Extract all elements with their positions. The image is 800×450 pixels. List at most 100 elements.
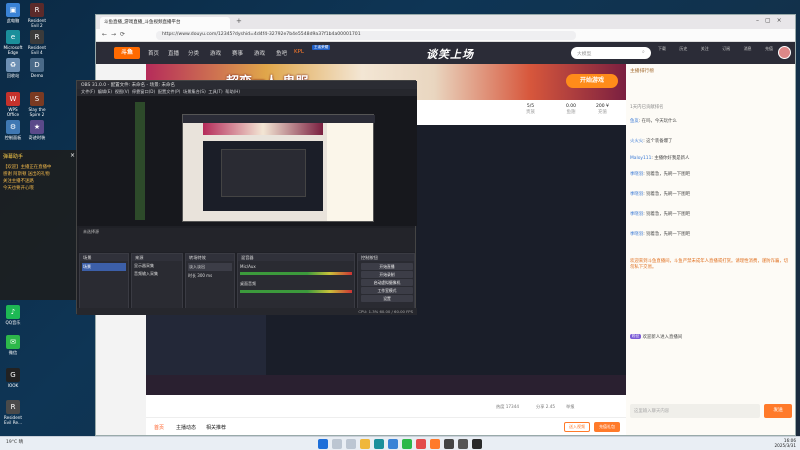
nav-item[interactable]: 分类 xyxy=(188,49,199,57)
window-controls[interactable]: –▢× xyxy=(756,17,788,24)
settings-button[interactable]: 设置 xyxy=(361,295,413,302)
chat-user[interactable]: 季晓羽 xyxy=(630,212,643,217)
edge-icon[interactable] xyxy=(374,439,384,449)
nav-item[interactable]: 赛事 xyxy=(232,49,243,57)
tab-dynamics[interactable]: 主播动态 xyxy=(176,424,196,431)
close-icon[interactable]: × xyxy=(70,152,75,159)
douyu-logo[interactable]: 斗鱼 xyxy=(114,47,140,59)
url-input[interactable]: https://www.douyu.com/12345?dyshid=4d4f4… xyxy=(156,31,576,40)
wechat-icon[interactable] xyxy=(402,439,412,449)
taskview-icon[interactable] xyxy=(346,439,356,449)
douyu-icon[interactable] xyxy=(430,439,440,449)
gift-button[interactable]: 充值礼包 xyxy=(594,422,620,432)
nav-item[interactable]: 鱼吧 xyxy=(276,49,287,57)
start-icon[interactable] xyxy=(318,439,328,449)
menu-item[interactable]: 场景集合(S) xyxy=(183,89,206,94)
chat-message[interactable]: 火火火: 这个装备爆了 xyxy=(630,139,790,145)
chat-user[interactable]: 季晓羽 xyxy=(630,172,643,177)
menu-item[interactable]: 编辑(E) xyxy=(98,89,112,94)
source-item[interactable]: 显示器采集 xyxy=(134,263,180,269)
desktop-icon[interactable]: R Resident Evil Re... xyxy=(2,400,24,425)
chat-user[interactable]: Maloy111 xyxy=(630,156,651,161)
search-icon[interactable] xyxy=(332,439,342,449)
nav-item[interactable]: 首页 xyxy=(148,49,159,57)
menu-item[interactable]: 视图(V) xyxy=(115,89,130,94)
video-controls[interactable] xyxy=(146,375,626,395)
desktop-icon[interactable]: R Resident Evil 2 xyxy=(26,3,48,28)
weather-widget[interactable]: 19°C 晴 xyxy=(6,439,23,445)
chat-user[interactable]: 鱼友 xyxy=(630,119,639,124)
desktop-icon[interactable]: G IOOK xyxy=(2,368,24,388)
kpl-badge[interactable]: 王者荣耀 xyxy=(312,45,331,50)
chat-input[interactable]: 这里输入聊天内容 xyxy=(630,404,760,418)
desktop-icon[interactable]: ★ 奇迹时装 xyxy=(26,120,48,140)
chat-message[interactable]: 季晓羽: 别着急，先刷一下图吧 xyxy=(630,212,790,218)
start-stream-button[interactable]: 开始直播 xyxy=(361,263,413,270)
obs-window[interactable]: OBS 31.0.0 - 配置文件: 未命名 - 场景: 未命名 文件(F) 编… xyxy=(76,80,417,315)
nav-item[interactable]: 游戏 xyxy=(254,49,265,57)
chat-message[interactable]: 鱼友: 在吗，今天玩什么 xyxy=(630,119,790,125)
chat-user[interactable]: 季晓羽 xyxy=(630,232,643,237)
share-count[interactable]: 分享 2.45 xyxy=(536,404,555,410)
obs-preview[interactable] xyxy=(77,96,417,226)
transition-select[interactable]: 淡入淡出 xyxy=(188,263,232,271)
desktop-icon[interactable]: ✉ 微信 xyxy=(2,335,24,355)
transition-duration[interactable]: 时长 300 ms xyxy=(188,273,232,279)
studio-mode-button[interactable]: 工作室模式 xyxy=(361,287,413,294)
desktop-icon[interactable]: ▣ 此电脑 xyxy=(2,3,24,23)
desktop-icon[interactable]: ⚙ 控制面板 xyxy=(2,120,24,140)
desktop-icon[interactable]: S Slay the Spire 2 xyxy=(26,92,48,117)
obs-active-icon[interactable] xyxy=(472,439,482,449)
chat-message[interactable]: 季晓羽: 别着急，先刷一下图吧 xyxy=(630,232,790,238)
menu-item[interactable]: 文件(F) xyxy=(81,89,95,94)
desktop-icon[interactable]: D Demo xyxy=(26,58,48,78)
desktop-icon[interactable]: ♻ 回收站 xyxy=(2,58,24,78)
nav-arrows-icon[interactable]: ←→⟳ xyxy=(102,31,129,38)
nav-download[interactable]: 下载 xyxy=(658,46,666,60)
chat-message[interactable]: Maloy111: 主播你好我是新人 xyxy=(630,156,790,162)
menu-item[interactable]: 配置文件(P) xyxy=(158,89,181,94)
report-link[interactable]: 举报 xyxy=(566,404,574,410)
browser-tab[interactable]: 斗鱼直播_游戏直播_斗鱼视频直播平台 xyxy=(100,17,230,29)
explorer-icon[interactable] xyxy=(360,439,370,449)
danmaku-assistant-panel[interactable]: 弹幕助手 × 【欢迎】主播正在直播中 感谢 阿斯顿 送出的礼物 关注主播不迷路 … xyxy=(0,150,82,300)
nav-recharge[interactable]: 充值 xyxy=(765,46,773,60)
avatar[interactable] xyxy=(778,46,791,59)
scene-item[interactable]: 场景 xyxy=(82,263,126,271)
clock[interactable]: 16:06 2025/3/31 xyxy=(760,438,796,448)
chat-user[interactable]: 季晓羽 xyxy=(630,192,643,197)
follow-button[interactable]: 送入视频 xyxy=(564,422,590,432)
send-button[interactable]: 发送 xyxy=(764,404,792,418)
tab-recommend[interactable]: 相关推荐 xyxy=(206,424,226,431)
chat-message[interactable]: 季晓羽: 别着急，先刷一下图吧 xyxy=(630,192,790,198)
desktop-icon[interactable]: R Resident Evil 4 xyxy=(26,30,48,55)
desktop-icon[interactable]: ♪ QQ音乐 xyxy=(2,305,24,325)
chat-user[interactable]: 火火火 xyxy=(630,139,643,144)
app-icon[interactable] xyxy=(416,439,426,449)
obs-icon[interactable] xyxy=(444,439,454,449)
tab-home[interactable]: 首页 xyxy=(154,424,164,431)
search-icon[interactable]: ⌕ xyxy=(642,49,645,55)
menu-item[interactable]: 帮助(H) xyxy=(225,89,240,94)
nav-item[interactable]: 直播 xyxy=(168,49,179,57)
desktop-icon-label: QQ音乐 xyxy=(5,320,21,325)
desktop-icon[interactable]: e Microsoft Edge xyxy=(2,30,24,55)
menu-item[interactable]: 停靠窗口(D) xyxy=(132,89,155,94)
nav-message[interactable]: 消息 xyxy=(744,46,752,60)
nav-subscribe[interactable]: 订阅 xyxy=(722,46,730,60)
nav-follow[interactable]: 关注 xyxy=(701,46,709,60)
store-icon[interactable] xyxy=(388,439,398,449)
search-input[interactable]: 大模型 xyxy=(571,47,651,59)
chat-message[interactable]: 季晓羽: 别着急，先刷一下图吧 xyxy=(630,172,790,178)
desktop-icon[interactable]: W WPS Office xyxy=(2,92,24,117)
start-record-button[interactable]: 开始录制 xyxy=(361,271,413,278)
menu-item[interactable]: 工具(T) xyxy=(208,89,222,94)
nav-item[interactable]: KPL xyxy=(294,49,304,55)
nav-item[interactable]: 游戏 xyxy=(210,49,221,57)
new-tab-icon[interactable]: + xyxy=(236,17,242,25)
source-item[interactable]: 音频输入采集 xyxy=(134,271,180,277)
virtual-camera-button[interactable]: 启动虚拟摄像机 xyxy=(361,279,413,286)
play-game-button[interactable]: 开始游戏 xyxy=(566,74,618,88)
game-icon[interactable] xyxy=(458,439,468,449)
nav-history[interactable]: 历史 xyxy=(679,46,687,60)
